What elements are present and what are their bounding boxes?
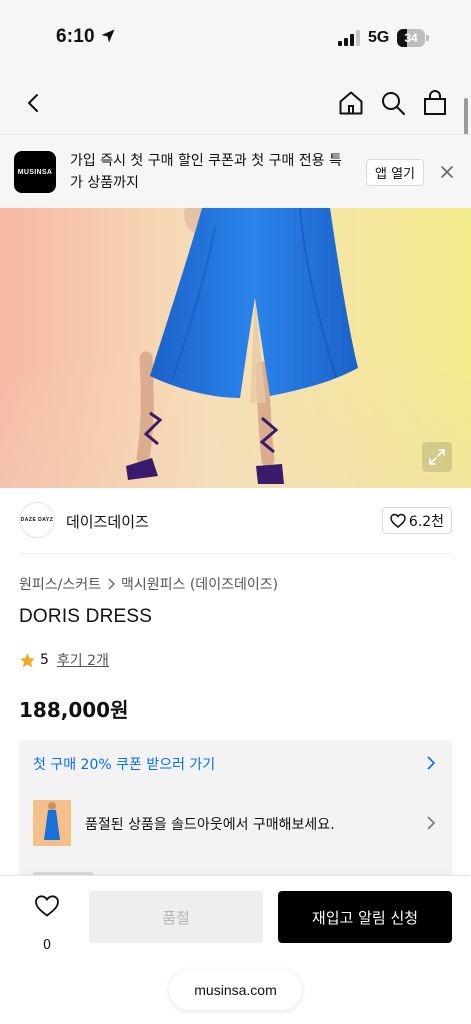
status-time: 6:10 <box>56 26 95 47</box>
close-icon[interactable] <box>438 163 456 181</box>
network-label: 5G <box>368 29 390 46</box>
brand-like-button[interactable]: 6.2천 <box>382 507 452 534</box>
search-icon <box>382 92 405 115</box>
breadcrumb-category[interactable]: 원피스/스커트 <box>19 574 101 594</box>
brand-row: DAZE DAYZ 데이즈데이즈 6.2천 <box>19 502 452 540</box>
chevron-right-icon <box>427 816 436 830</box>
product-price: 188,000원 <box>19 698 129 722</box>
review-count-link[interactable]: 후기 2개 <box>57 650 109 670</box>
wishlist-count: 0 <box>42 938 52 953</box>
star-icon <box>20 652 35 667</box>
soldout-text: 품절된 상품을 솔드아웃에서 구매해보세요. <box>85 817 335 833</box>
expand-icon <box>429 449 445 465</box>
home-icon <box>339 91 363 115</box>
rating-row: 5 후기 2개 <box>19 650 109 670</box>
wishlist-button[interactable]: 0 <box>28 894 66 953</box>
brand-like-count: 6.2천 <box>408 513 445 530</box>
status-bar: 6:10 5G 34 <box>0 0 471 72</box>
app-promo-banner: MUSINSA 가입 즉시 첫 구매 할인 쿠폰과 첫 구매 전용 특가 상품까… <box>0 134 471 208</box>
back-icon <box>28 94 38 112</box>
brand-name[interactable]: 데이즈데이즈 <box>66 511 149 532</box>
soldout-link[interactable]: 품절된 상품을 솔드아웃에서 구매해보세요. <box>19 790 452 856</box>
breadcrumb-subcategory[interactable]: 맥시원피스 (데이즈데이즈) <box>121 574 278 594</box>
soldout-thumbnail <box>33 800 71 846</box>
cellular-signal-icon <box>338 30 360 46</box>
expand-image-button[interactable] <box>422 442 452 472</box>
product-image[interactable] <box>0 208 471 488</box>
rating-score: 5 <box>40 652 49 668</box>
top-nav-bar <box>0 72 471 134</box>
open-app-button[interactable]: 앱 열기 <box>366 159 424 186</box>
cart-button[interactable] <box>415 72 455 134</box>
coupon-text: 첫 구매 20% 쿠폰 받으러 가기 <box>33 757 216 773</box>
battery-level: 34 <box>404 31 418 45</box>
chevron-right-icon <box>107 578 115 590</box>
musinsa-logo: MUSINSA <box>14 151 56 193</box>
divider <box>19 553 452 554</box>
heart-icon <box>35 895 59 917</box>
address-bar[interactable]: musinsa.com <box>169 970 302 1010</box>
first-purchase-coupon-link[interactable]: 첫 구매 20% 쿠폰 받으러 가기 <box>19 740 452 786</box>
heart-icon <box>390 513 406 528</box>
product-title: DORIS DRESS <box>19 606 153 627</box>
chevron-right-icon <box>427 756 436 770</box>
battery-icon: 34 <box>397 29 429 47</box>
back-button[interactable] <box>14 72 54 134</box>
promo-message: 가입 즉시 첫 구매 할인 쿠폰과 첫 구매 전용 특가 상품까지 <box>70 153 342 191</box>
shopping-bag-icon <box>424 90 446 115</box>
benefit-box: 첫 구매 20% 쿠폰 받으러 가기 품절된 상품을 솔드아웃에서 구매해보세요… <box>19 740 452 890</box>
brand-avatar[interactable]: DAZE DAYZ <box>19 502 55 538</box>
soldout-button: 품절 <box>89 891 263 943</box>
breadcrumb: 원피스/스커트 맥시원피스 (데이즈데이즈) <box>19 574 278 594</box>
home-button[interactable] <box>331 72 371 134</box>
restock-alert-button[interactable]: 재입고 알림 신청 <box>278 891 452 943</box>
product-photo <box>0 208 471 488</box>
bottom-action-bar: 0 품절 재입고 알림 신청 musinsa.com <box>0 875 471 1024</box>
location-arrow-icon <box>101 29 115 43</box>
search-button[interactable] <box>373 72 413 134</box>
